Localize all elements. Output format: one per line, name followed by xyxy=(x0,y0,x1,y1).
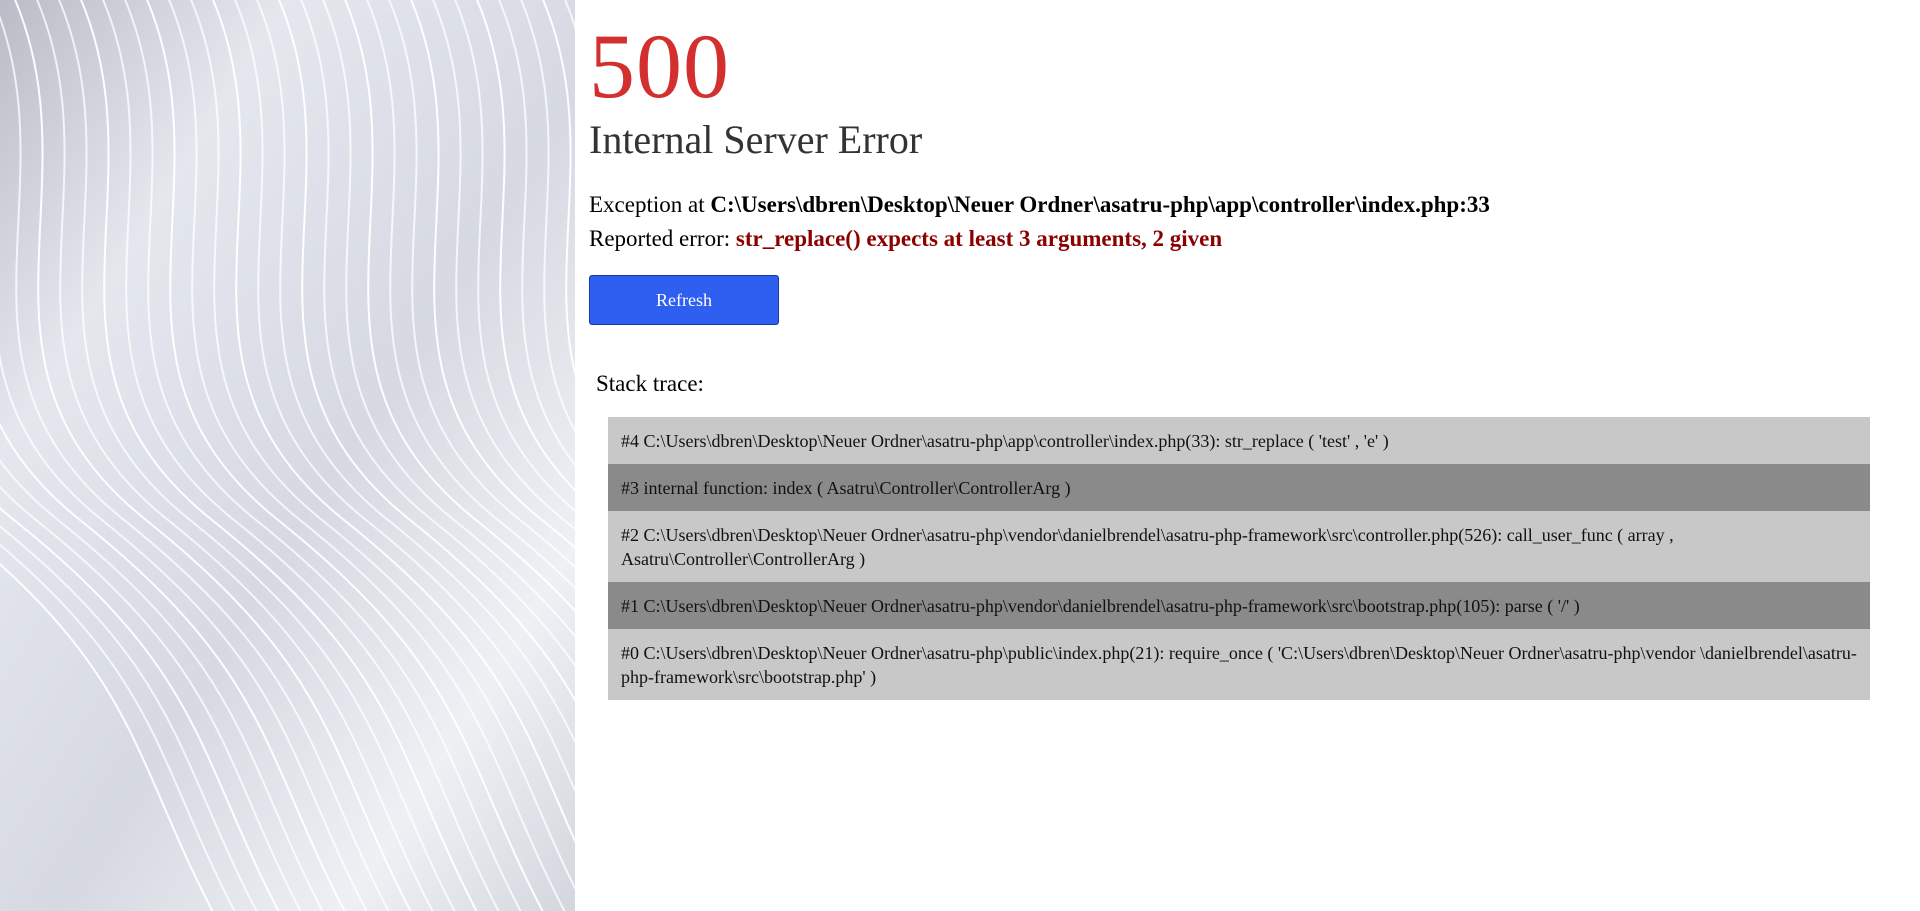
reported-prefix: Reported error: xyxy=(589,226,736,251)
error-content: 500 Internal Server Error Exception at C… xyxy=(575,0,1920,911)
error-title: Internal Server Error xyxy=(589,117,923,162)
refresh-button[interactable]: Refresh xyxy=(589,275,779,325)
stack-frame-4: #4 C:\Users\dbren\Desktop\Neuer Ordner\a… xyxy=(608,417,1870,464)
stack-trace-label: Stack trace: xyxy=(596,371,704,396)
stack-frame-0: #0 C:\Users\dbren\Desktop\Neuer Ordner\a… xyxy=(608,629,1870,700)
reported-error-line: Reported error: str_replace() expects at… xyxy=(589,222,1920,256)
exception-location: C:\Users\dbren\Desktop\Neuer Ordner\asat… xyxy=(710,192,1490,217)
decorative-wave-image xyxy=(0,0,575,911)
stack-frame-2: #2 C:\Users\dbren\Desktop\Neuer Ordner\a… xyxy=(608,511,1870,582)
exception-line: Exception at C:\Users\dbren\Desktop\Neue… xyxy=(589,188,1920,222)
stack-frame-3: #3 internal function: index ( Asatru\Con… xyxy=(608,464,1870,511)
exception-prefix: Exception at xyxy=(589,192,711,217)
stack-frame-1: #1 C:\Users\dbren\Desktop\Neuer Ordner\a… xyxy=(608,582,1870,629)
stack-trace-list: #4 C:\Users\dbren\Desktop\Neuer Ordner\a… xyxy=(608,417,1870,700)
reported-error-message: str_replace() expects at least 3 argumen… xyxy=(735,226,1223,251)
error-code: 500 xyxy=(589,15,730,117)
error-page: 500 Internal Server Error Exception at C… xyxy=(0,0,1920,911)
